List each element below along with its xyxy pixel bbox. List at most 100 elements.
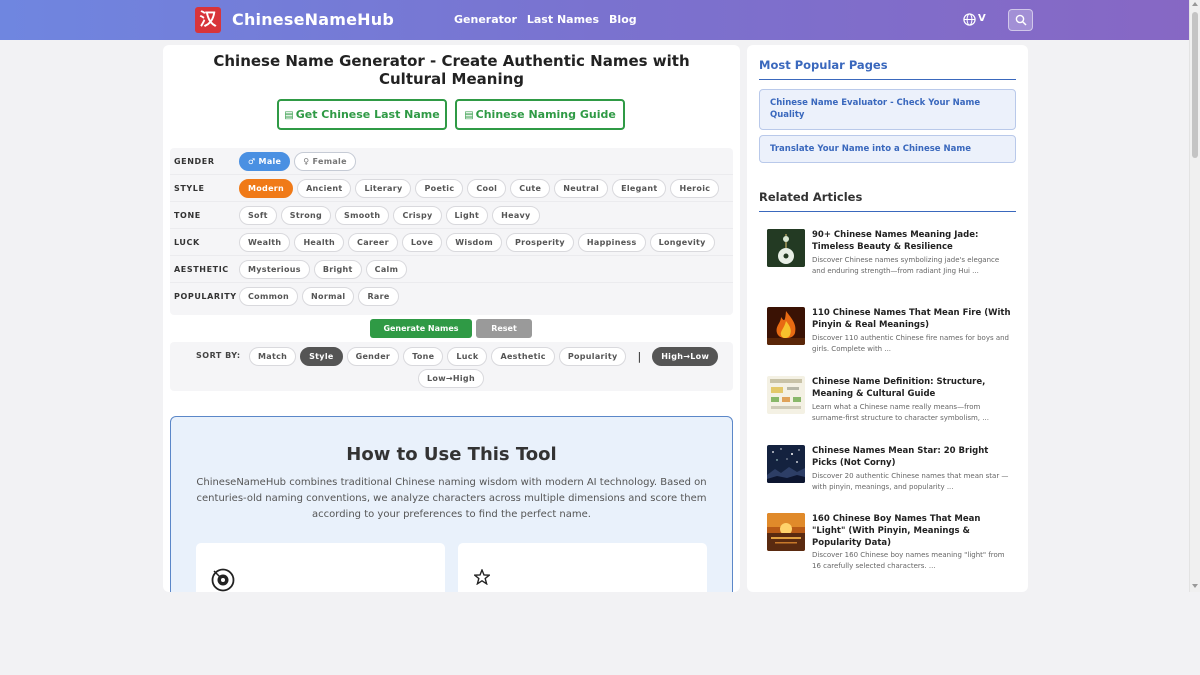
popular-pages-heading: Most Popular Pages [759,58,888,72]
scroll-up-arrow[interactable] [1192,2,1198,6]
filter-label: AESTHETIC [174,265,229,274]
sort-tone-chip[interactable]: Tone [403,347,444,366]
sort-aesthetic-chip[interactable]: Aesthetic [491,347,555,366]
article-description: Learn what a Chinese name really means—f… [812,403,989,422]
nav-generator[interactable]: Generator [454,13,517,26]
how-to-description: ChineseNameHub combines traditional Chin… [196,477,707,520]
tone-chip[interactable]: Smooth [335,206,390,225]
article-item[interactable]: 110 Chinese Names That Mean Fire (With P… [767,307,1012,363]
popularity-chip[interactable]: Common [239,287,299,306]
feature-card [458,543,707,592]
article-title[interactable]: Chinese Name Definition: Structure, Mean… [812,376,1012,400]
sort-bar: SORT BY: Match Style Gender Tone Luck Ae… [170,342,733,391]
filter-row-luck: LUCK Wealth Health Career Love Wisdom Pr… [170,229,733,256]
article-item[interactable]: Chinese Names Mean Star: 20 Bright Picks… [767,445,1012,501]
filter-label: LUCK [174,238,200,247]
nav-last-names[interactable]: Last Names [527,13,599,26]
aesthetic-chip[interactable]: Bright [313,260,362,279]
style-chip[interactable]: Cool [467,179,507,198]
feature-card [196,543,445,592]
style-chip[interactable]: Cute [510,179,551,198]
article-title[interactable]: 90+ Chinese Names Meaning Jade: Timeless… [812,229,1012,253]
page-title: Chinese Name Generator - Create Authenti… [213,52,690,88]
reset-button[interactable]: Reset [476,319,532,338]
scroll-thumb[interactable] [1192,12,1198,158]
popular-link-evaluator[interactable]: Chinese Name Evaluator - Check Your Name… [759,89,1016,130]
luck-chip[interactable]: Health [294,233,345,252]
tone-chip[interactable]: Soft [239,206,277,225]
style-chip[interactable]: Modern [239,179,294,198]
filter-label: TONE [174,211,201,220]
style-chip[interactable]: Elegant [612,179,667,198]
popularity-chip[interactable]: Rare [358,287,399,306]
article-title[interactable]: 160 Chinese Boy Names That Mean "Light" … [812,513,1012,549]
star-icon [474,569,490,585]
luck-chip[interactable]: Wisdom [446,233,502,252]
logo-icon[interactable]: 汉 [195,7,221,33]
luck-chip[interactable]: Longevity [649,233,715,252]
article-item[interactable]: 90+ Chinese Names Meaning Jade: Timeless… [767,229,1012,285]
tone-chip[interactable]: Heavy [492,206,540,225]
language-selector[interactable]: V [963,12,987,28]
search-button[interactable] [1008,9,1033,31]
filter-row-style: STYLE Modern Ancient Literary Poetic Coo… [170,175,733,202]
document-icon: ▤ [464,110,474,121]
filter-row-gender: GENDER ♂ Male ♀ Female [170,148,733,175]
brand-name[interactable]: ChineseNameHub [232,10,394,29]
article-title[interactable]: Chinese Names Mean Star: 20 Bright Picks… [812,445,1012,469]
article-title[interactable]: 110 Chinese Names That Mean Fire (With P… [812,307,1012,331]
aesthetic-chip[interactable]: Calm [365,260,408,279]
article-thumbnail [767,445,805,483]
luck-chip[interactable]: Love [401,233,443,252]
style-chip[interactable]: Literary [355,179,412,198]
main-nav: Generator Last Names Blog [454,13,637,26]
article-description: Discover Chinese names symbolizing jade'… [812,256,1000,275]
style-chip[interactable]: Neutral [554,179,609,198]
article-description: Discover 20 authentic Chinese names that… [812,472,1009,491]
popularity-chip[interactable]: Normal [302,287,355,306]
sort-match-chip[interactable]: Match [249,347,297,366]
luck-chip[interactable]: Prosperity [505,233,574,252]
popular-link-translate[interactable]: Translate Your Name into a Chinese Name [759,135,1016,163]
filter-row-aesthetic: AESTHETIC Mysterious Bright Calm [170,256,733,283]
gender-male-chip[interactable]: ♂ Male [239,152,291,171]
style-chip[interactable]: Heroic [670,179,720,198]
filter-label: STYLE [174,184,205,193]
article-item[interactable]: 160 Chinese Boy Names That Mean "Light" … [767,513,1012,583]
get-last-name-button[interactable]: ▤ Get Chinese Last Name [277,99,447,130]
scroll-down-arrow[interactable] [1192,584,1198,588]
sort-style-chip[interactable]: Style [300,347,343,366]
target-icon [211,568,235,592]
sort-gender-chip[interactable]: Gender [346,347,400,366]
article-item[interactable]: Chinese Name Definition: Structure, Mean… [767,376,1012,432]
language-chevron: V [978,13,986,24]
sort-label: SORT BY: [196,351,241,360]
style-chip[interactable]: Poetic [415,179,464,198]
how-to-section: How to Use This Tool ChineseNameHub comb… [170,416,733,592]
article-thumbnail [767,376,805,414]
generate-names-button[interactable]: Generate Names [370,319,472,338]
order-high-low-chip[interactable]: High→Low [652,347,719,366]
luck-chip[interactable]: Wealth [239,233,291,252]
article-thumbnail [767,307,805,345]
article-description: Discover 160 Chinese boy names meaning "… [812,551,1005,570]
tone-chip[interactable]: Strong [280,206,332,225]
filter-row-popularity: POPULARITY Common Normal Rare [170,283,733,310]
gender-female-chip[interactable]: ♀ Female [294,152,356,171]
sidebar: Most Popular Pages Chinese Name Evaluato… [747,45,1028,592]
aesthetic-chip[interactable]: Mysterious [239,260,310,279]
order-low-high-chip[interactable]: Low→High [418,369,484,388]
naming-guide-button[interactable]: ▤ Chinese Naming Guide [455,99,625,130]
tone-chip[interactable]: Crispy [393,206,442,225]
sort-popularity-chip[interactable]: Popularity [558,347,627,366]
luck-chip[interactable]: Career [348,233,398,252]
sort-luck-chip[interactable]: Luck [447,347,488,366]
tone-chip[interactable]: Light [445,206,489,225]
style-chip[interactable]: Ancient [297,179,352,198]
page-scrollbar[interactable] [1189,0,1200,592]
luck-chip[interactable]: Happiness [577,233,646,252]
generator-card: Chinese Name Generator - Create Authenti… [163,45,740,592]
search-icon [1015,14,1027,26]
filter-panel: GENDER ♂ Male ♀ Female STYLE Modern Anci… [170,148,733,315]
nav-blog[interactable]: Blog [609,13,637,26]
